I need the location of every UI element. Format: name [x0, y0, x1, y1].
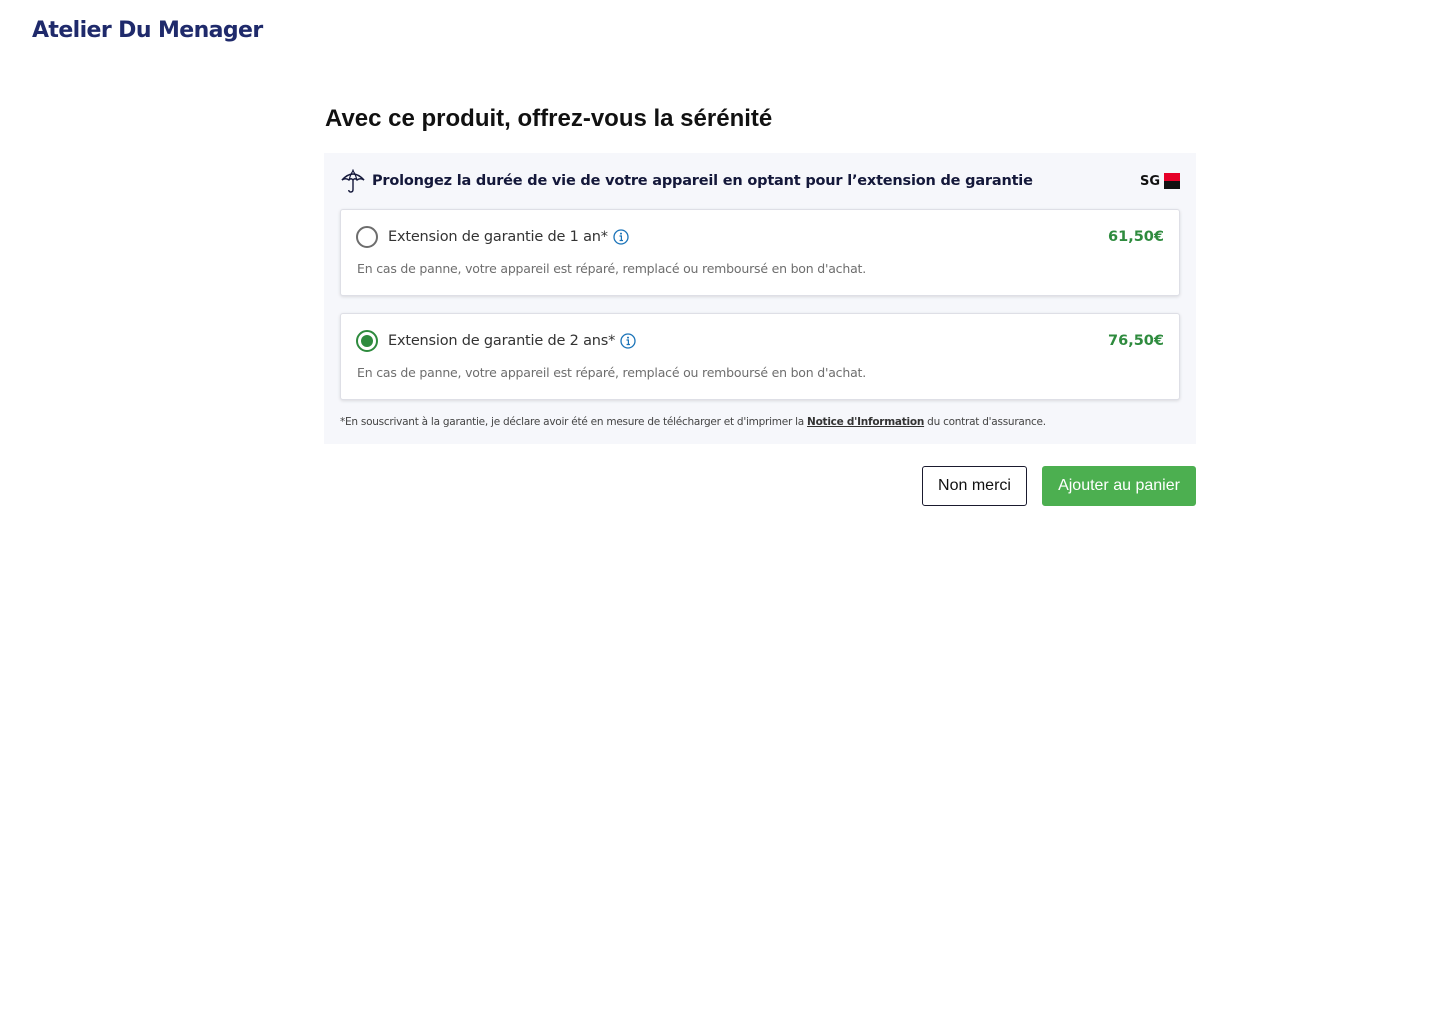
info-icon[interactable] — [613, 229, 629, 245]
radio-1-year[interactable] — [356, 226, 378, 248]
info-icon[interactable] — [620, 333, 636, 349]
warranty-offer: Avec ce produit, offrez-vous la sérénité… — [324, 104, 1196, 506]
brand-logo[interactable]: Atelier Du Menager — [32, 18, 263, 43]
notice-information-link[interactable]: Notice d'Information — [807, 416, 924, 428]
option-price: 76,50€ — [1108, 333, 1164, 349]
disclaimer-prefix: *En souscrivant à la garantie, je déclar… — [340, 416, 808, 428]
panel-header: Prolongez la durée de vie de votre appar… — [340, 167, 1180, 195]
action-buttons: Non merci Ajouter au panier — [324, 466, 1196, 506]
option-label: Extension de garantie de 1 an* — [388, 229, 608, 245]
option-price: 61,50€ — [1108, 229, 1164, 245]
warranty-option-1-year[interactable]: Extension de garantie de 1 an* 61,50€ En… — [340, 209, 1180, 296]
option-label: Extension de garantie de 2 ans* — [388, 333, 616, 349]
radio-2-years[interactable] — [356, 330, 378, 352]
warranty-option-2-years[interactable]: Extension de garantie de 2 ans* 76,50€ E… — [340, 313, 1180, 400]
no-thanks-button[interactable]: Non merci — [922, 466, 1027, 506]
insurer-name: SG — [1139, 173, 1160, 189]
panel-header-text: Prolongez la durée de vie de votre appar… — [372, 173, 1033, 189]
option-description: En cas de panne, votre appareil est répa… — [357, 261, 867, 276]
insurer-logo — [1164, 173, 1180, 189]
page-title: Avec ce produit, offrez-vous la sérénité — [325, 105, 773, 132]
page: Atelier Du Menager Avec ce produit, offr… — [0, 0, 1440, 1027]
insurer-badge: SG — [1140, 173, 1180, 189]
disclaimer-suffix: du contrat d'assurance. — [924, 416, 1046, 428]
option-description: En cas de panne, votre appareil est répa… — [357, 365, 867, 380]
add-to-cart-button[interactable]: Ajouter au panier — [1042, 466, 1196, 506]
disclaimer: *En souscrivant à la garantie, je déclar… — [340, 416, 1180, 428]
umbrella-icon — [341, 169, 365, 193]
warranty-panel: Prolongez la durée de vie de votre appar… — [324, 153, 1196, 444]
